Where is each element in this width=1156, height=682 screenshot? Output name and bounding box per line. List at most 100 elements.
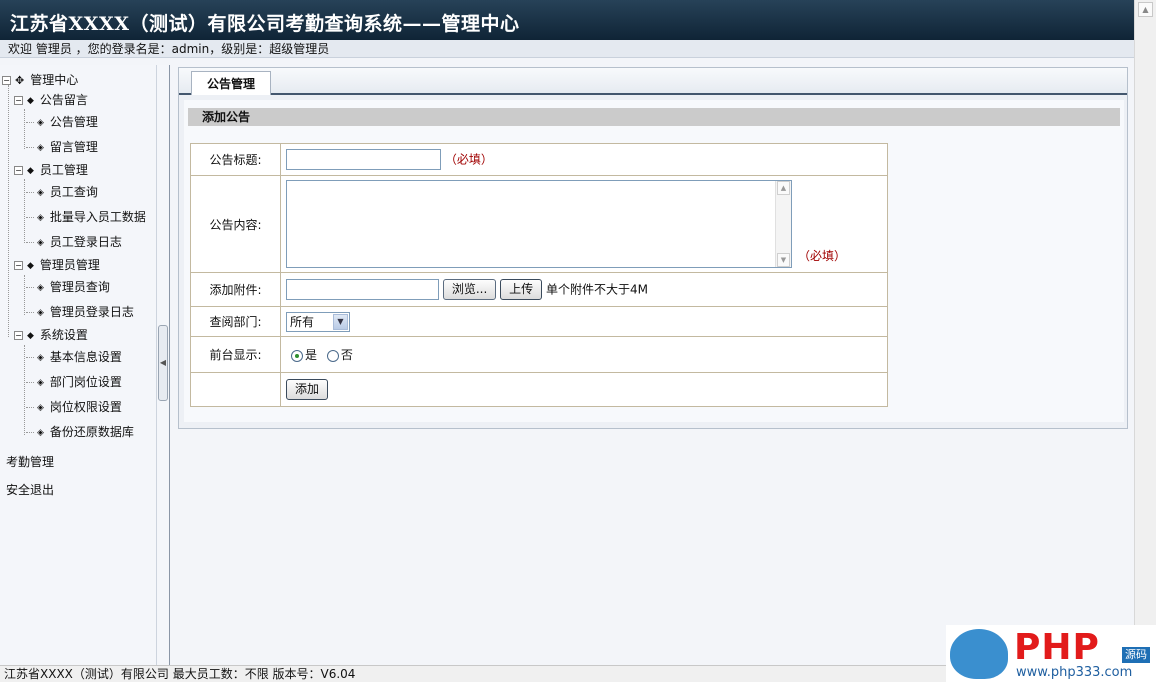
tree-item-staff-query[interactable]: ◈ 员工查询	[26, 182, 98, 202]
tree-item-label[interactable]: 员工查询	[50, 185, 98, 199]
tree-item-label[interactable]: 岗位权限设置	[50, 400, 122, 414]
form-cell: ▲ ▼ （必填）	[280, 175, 888, 273]
tree-root-label[interactable]: 管理中心	[30, 73, 78, 87]
title-input[interactable]	[286, 149, 441, 170]
tree-item-label[interactable]: 管理员查询	[50, 280, 110, 294]
diamond-icon: ◆	[27, 95, 34, 106]
tab-announcement-manage[interactable]: 公告管理	[191, 71, 271, 95]
tree-item-label[interactable]: 部门岗位设置	[50, 375, 122, 389]
tree-item-announce-manage[interactable]: ◈ 公告管理	[26, 112, 98, 132]
diamond-icon: ◈	[37, 142, 44, 153]
tree-item-post-perm[interactable]: ◈ 岗位权限设置	[26, 397, 122, 417]
page-scrollbar[interactable]: ▲	[1134, 0, 1156, 665]
tree-line	[24, 179, 25, 243]
collapse-icon[interactable]: −	[14, 96, 23, 105]
tree-item-label[interactable]: 基本信息设置	[50, 350, 122, 364]
upload-button[interactable]: 上传	[500, 279, 543, 301]
tree-line	[24, 275, 25, 315]
tree-line	[26, 287, 34, 288]
tree-item-label[interactable]: 留言管理	[50, 140, 98, 154]
chevron-down-icon[interactable]: ▼	[333, 313, 348, 330]
form-row-content: 公告内容: ▲ ▼ （必填）	[190, 175, 888, 273]
display-no-radio[interactable]	[326, 349, 339, 362]
tree-line	[26, 147, 34, 148]
form-cell: （必填）	[280, 143, 888, 176]
collapse-sidebar-icon[interactable]: ◀	[158, 325, 168, 401]
tree-group-label[interactable]: 公告留言	[40, 93, 88, 107]
collapse-icon[interactable]: −	[14, 166, 23, 175]
watermark-url: www.php333.com	[1016, 665, 1133, 680]
display-yes-label: 是	[305, 348, 318, 362]
tree-root[interactable]: − ✥ 管理中心	[2, 70, 78, 90]
content-area: 添加公告 公告标题: （必填） 公告内容: ▲ ▼ （必填） 添加附件: 浏览.…	[184, 100, 1124, 422]
display-label: 前台显示:	[190, 336, 281, 373]
collapse-icon[interactable]: −	[2, 76, 11, 85]
tree-item-label[interactable]: 管理员登录日志	[50, 305, 134, 319]
welcome-bar: 欢迎 管理员 ，您的登录名是：admin，级别是：超级管理员	[0, 40, 1134, 58]
nav-logout[interactable]: 安全退出	[6, 481, 54, 498]
tree-item-label[interactable]: 批量导入员工数据	[50, 210, 146, 224]
collapse-icon[interactable]: −	[14, 331, 23, 340]
collapse-icon[interactable]: −	[14, 261, 23, 270]
tree-line	[26, 312, 34, 313]
file-path-input[interactable]	[286, 278, 439, 300]
form-cell: 是 否	[280, 336, 888, 373]
tree-group-admin[interactable]: − ◆ 管理员管理	[14, 255, 100, 275]
textarea-scrollbar[interactable]: ▲ ▼	[775, 181, 791, 267]
required-hint: （必填）	[798, 249, 847, 263]
app-header: 江苏省XXXX（测试）有限公司考勤查询系统——管理中心	[0, 0, 1134, 40]
tree-item-backup[interactable]: ◈ 备份还原数据库	[26, 422, 134, 442]
tree-group-staff[interactable]: − ◆ 员工管理	[14, 160, 88, 180]
tree-item-basic-info[interactable]: ◈ 基本信息设置	[26, 347, 122, 367]
dept-selected-value: 所有	[290, 314, 315, 329]
browse-button[interactable]: 浏览...	[442, 279, 497, 301]
form-row-attach: 添加附件: 浏览... 上传 单个附件不大于4M	[190, 272, 888, 307]
tree-line	[26, 357, 34, 358]
tree-group-label[interactable]: 管理员管理	[40, 258, 100, 272]
diamond-icon: ◆	[27, 165, 34, 176]
attach-note: 单个附件不大于4M	[545, 282, 648, 297]
diamond-icon: ◈	[37, 187, 44, 198]
form-row-submit: 添加	[190, 372, 888, 407]
tree-group-label[interactable]: 系统设置	[40, 328, 88, 342]
diamond-icon: ◈	[37, 427, 44, 438]
tree-line	[26, 192, 34, 193]
tree-item-staff-log[interactable]: ◈ 员工登录日志	[26, 232, 122, 252]
form-cell: 所有 ▼	[280, 306, 888, 337]
tree-line	[26, 217, 34, 218]
app-title: 江苏省XXXX（测试）有限公司考勤查询系统——管理中心	[10, 13, 520, 35]
scroll-up-icon[interactable]: ▲	[1138, 2, 1153, 17]
tree-line	[26, 407, 34, 408]
tree-item-admin-query[interactable]: ◈ 管理员查询	[26, 277, 110, 297]
tree-item-label[interactable]: 公告管理	[50, 115, 98, 129]
dept-select[interactable]: 所有 ▼	[286, 311, 350, 332]
tree-line	[24, 345, 25, 435]
tree-line	[8, 85, 9, 337]
tree-line	[24, 109, 25, 149]
tree-group-announce[interactable]: − ◆ 公告留言	[14, 90, 88, 110]
display-no-label: 否	[340, 348, 353, 362]
tree-group-label[interactable]: 员工管理	[40, 163, 88, 177]
tree-line	[26, 432, 34, 433]
tree-group-settings[interactable]: − ◆ 系统设置	[14, 325, 88, 345]
tree-item-dept-post[interactable]: ◈ 部门岗位设置	[26, 372, 122, 392]
content-wrap: ▲ ▼ （必填）	[286, 180, 882, 268]
diamond-icon: ◈	[37, 212, 44, 223]
tree-item-staff-import[interactable]: ◈ 批量导入员工数据	[26, 207, 146, 227]
watermark-brand: PHP	[1014, 627, 1100, 668]
tree-item-message-manage[interactable]: ◈ 留言管理	[26, 137, 98, 157]
add-announcement-form: 公告标题: （必填） 公告内容: ▲ ▼ （必填） 添加附件: 浏览... 上传…	[190, 143, 888, 407]
content-textarea[interactable]: ▲ ▼	[286, 180, 792, 268]
scroll-up-icon[interactable]: ▲	[777, 181, 790, 195]
tree-item-label[interactable]: 员工登录日志	[50, 235, 122, 249]
title-label: 公告标题:	[190, 143, 281, 176]
add-button[interactable]: 添加	[286, 379, 329, 400]
tree-item-admin-log[interactable]: ◈ 管理员登录日志	[26, 302, 134, 322]
display-yes-radio[interactable]	[291, 349, 303, 362]
nav-attendance[interactable]: 考勤管理	[6, 453, 54, 470]
sidebar-splitter[interactable]: ◀	[157, 65, 170, 665]
empty-cell	[190, 372, 281, 407]
form-cell: 浏览... 上传 单个附件不大于4M	[280, 272, 888, 307]
tree-item-label[interactable]: 备份还原数据库	[50, 425, 134, 439]
scroll-down-icon[interactable]: ▼	[777, 253, 790, 267]
